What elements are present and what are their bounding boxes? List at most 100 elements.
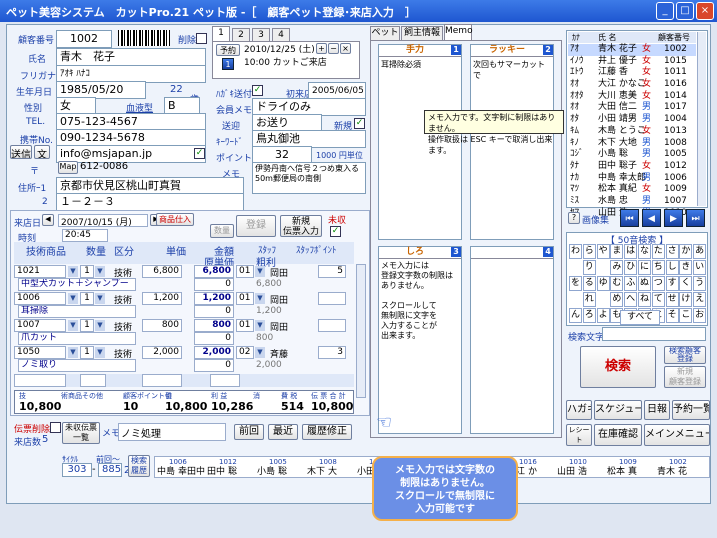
hagaki-button[interactable]: ハガキ: [566, 400, 592, 420]
kana-key[interactable]: や: [596, 244, 610, 259]
row-point[interactable]: 3: [318, 346, 346, 359]
map-button[interactable]: Map: [58, 161, 78, 174]
visit-date-prev-icon[interactable]: ◀: [42, 214, 54, 226]
row-name[interactable]: 中型犬カット＋シャンプー: [18, 278, 136, 291]
kana-key[interactable]: ふ: [624, 276, 638, 291]
strip-item[interactable]: 1002 青木花: [655, 457, 705, 477]
kana-key[interactable]: ん: [569, 308, 582, 323]
row-code[interactable]: 1021: [14, 265, 66, 278]
row-cost[interactable]: 0: [194, 278, 234, 291]
row-code[interactable]: 1050: [14, 346, 66, 359]
image-toggle-icon[interactable]: ?: [568, 212, 580, 224]
row-name[interactable]: 爪カット: [18, 332, 136, 345]
tab-memo[interactable]: Memo: [444, 24, 473, 40]
mail-field[interactable]: info@msjapan.jp: [56, 145, 206, 163]
kana-key[interactable]: つ: [651, 276, 665, 291]
kana-key[interactable]: そ: [665, 308, 679, 323]
row-staff-dropdown-icon[interactable]: ▼: [255, 266, 265, 277]
empty-code[interactable]: [14, 374, 66, 387]
kana-key[interactable]: は: [624, 244, 638, 259]
empty-price[interactable]: [142, 374, 182, 387]
kana-key[interactable]: り: [582, 260, 596, 275]
schedule-button[interactable]: スケジュール: [594, 400, 642, 420]
kana-key[interactable]: よ: [596, 308, 610, 323]
list-item[interactable]: ﾅｶ 中島 幸太郎男 1006: [568, 173, 696, 185]
tab-reserve-4[interactable]: 4: [272, 28, 290, 42]
list-item[interactable]: ｴﾄｳ 江藤 香 女 1011: [568, 67, 696, 79]
list-item[interactable]: ｷﾑ 木島 とうこ女 1013: [568, 126, 696, 138]
row-cost[interactable]: 0: [194, 305, 234, 318]
kana-key[interactable]: す: [665, 276, 679, 291]
addr2-field[interactable]: １－２－３: [56, 193, 244, 211]
row-staff[interactable]: 02: [236, 346, 254, 359]
empty-qty[interactable]: [80, 374, 106, 387]
kana-key[interactable]: あ: [693, 244, 707, 259]
row-qty-dropdown-icon[interactable]: ▼: [95, 320, 105, 331]
kana-key[interactable]: み: [610, 260, 624, 275]
list-item[interactable]: ﾐｽ 水島 忠 男 1007: [568, 196, 696, 208]
row-qty[interactable]: 1: [80, 292, 94, 305]
history-edit-button[interactable]: 履歴修正: [302, 424, 352, 440]
search-history-strip-button[interactable]: 検索 履歴: [128, 455, 150, 477]
strip-item[interactable]: 1010 山田浩: [555, 457, 605, 477]
reserve-remove-icon[interactable]: −: [328, 43, 339, 54]
list-item[interactable]: ｵｵ 大田 信二男 1017: [568, 102, 696, 114]
memo-box-4[interactable]: 4: [470, 246, 554, 434]
grid-scrollbar[interactable]: [356, 264, 366, 398]
kana-key[interactable]: な: [638, 244, 651, 259]
list-last-icon[interactable]: ⏭: [686, 209, 705, 227]
list-next-icon[interactable]: ▶: [664, 209, 683, 227]
list-item[interactable]: ｱｵ 青木 花子女 1002: [568, 44, 696, 56]
kana-key[interactable]: ち: [651, 260, 665, 275]
list-scrollbar[interactable]: [697, 32, 706, 206]
strip-item[interactable]: 1009 松本真: [605, 457, 655, 477]
kana-key[interactable]: う: [693, 276, 707, 291]
search-text-field[interactable]: [602, 327, 706, 341]
row-price[interactable]: 800: [142, 319, 182, 332]
row-staff[interactable]: 01: [236, 292, 254, 305]
row-code[interactable]: 1007: [14, 319, 66, 332]
kana-key[interactable]: ぬ: [638, 276, 651, 291]
search-history-button[interactable]: 検索顧客 登録: [664, 346, 706, 364]
strip-item[interactable]: 1012 田中聡: [205, 457, 255, 477]
row-price[interactable]: 1,200: [142, 292, 182, 305]
kana-key[interactable]: へ: [624, 292, 638, 307]
minimize-button[interactable]: _: [656, 2, 674, 20]
kana-key[interactable]: わ: [569, 244, 582, 259]
list-first-icon[interactable]: ⏮: [620, 209, 639, 227]
kana-key[interactable]: む: [610, 276, 624, 291]
kana-key[interactable]: ら: [582, 244, 596, 259]
reservation-list-button[interactable]: 予約一覧: [672, 400, 710, 420]
row-code[interactable]: 1006: [14, 292, 66, 305]
row-qty[interactable]: 1: [80, 319, 94, 332]
kana-key[interactable]: い: [693, 260, 707, 275]
customer-no-field[interactable]: 1002: [56, 30, 112, 48]
row-point[interactable]: [318, 292, 346, 305]
daily-report-button[interactable]: 日報: [644, 400, 670, 420]
list-item[interactable]: ｺｼﾞ 小島 聡 男 1005: [568, 149, 696, 161]
row-name[interactable]: 耳掃除: [18, 305, 136, 318]
slip-delete-checkbox[interactable]: [50, 422, 61, 433]
row-qty-dropdown-icon[interactable]: ▼: [95, 266, 105, 277]
tab-reserve-2[interactable]: 2: [232, 28, 250, 42]
new-checkbox[interactable]: ✓: [354, 118, 365, 129]
receipt-button[interactable]: レシート 領収書: [566, 424, 592, 446]
row-staff-dropdown-icon[interactable]: ▼: [255, 347, 265, 358]
visit-time-field[interactable]: 20:45: [62, 229, 108, 242]
row-qty[interactable]: 1: [80, 346, 94, 359]
kana-key[interactable]: き: [679, 260, 693, 275]
reserve-button[interactable]: 予約: [216, 44, 240, 56]
kana-key[interactable]: こ: [679, 308, 693, 323]
kana-key[interactable]: し: [665, 260, 679, 275]
list-item[interactable]: ｵﾀ 小田 靖男男 1004: [568, 114, 696, 126]
kana-key[interactable]: ゆ: [596, 276, 610, 291]
row-cost[interactable]: 0: [194, 359, 234, 372]
mail-text-button[interactable]: 文: [34, 145, 50, 159]
kana-key[interactable]: せ: [665, 292, 679, 307]
row-staff-dropdown-icon[interactable]: ▼: [255, 293, 265, 304]
tab-reserve-3[interactable]: 3: [252, 28, 270, 42]
list-item[interactable]: ｷﾉ 木下 大地男 1008: [568, 138, 696, 150]
row-code-dropdown-icon[interactable]: ▼: [68, 320, 78, 331]
list-prev-icon[interactable]: ◀: [642, 209, 661, 227]
mail-send-button[interactable]: 送信: [10, 145, 32, 159]
